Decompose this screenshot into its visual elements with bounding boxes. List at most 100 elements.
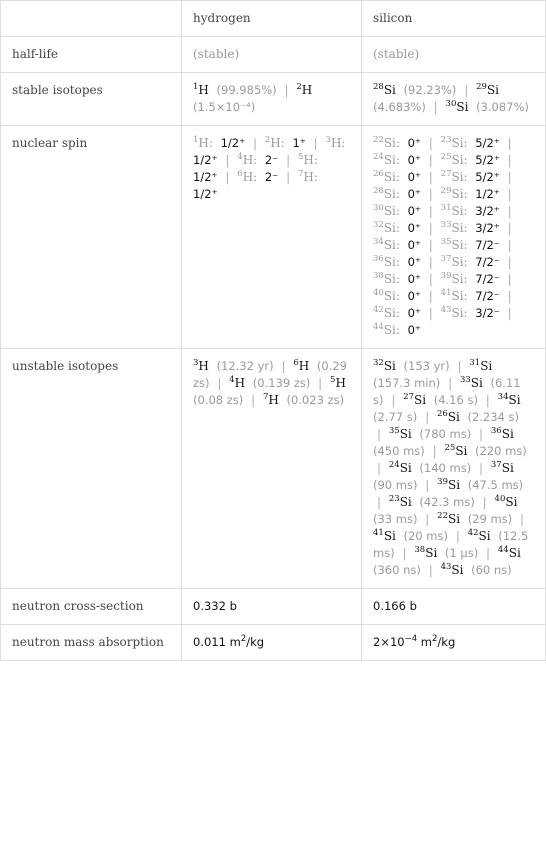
- separator: |: [428, 170, 433, 184]
- spin-value: 7/2⁻: [475, 289, 500, 303]
- unit-tail: /kg: [246, 635, 265, 649]
- row-label: neutron mass absorption: [0, 624, 182, 661]
- isotope-entry: 23Si: 5/2⁺: [441, 136, 500, 150]
- spin-value: 3/2⁺: [475, 204, 500, 218]
- isotope-value: (3.087%): [476, 100, 529, 114]
- element-symbol: Si: [455, 444, 468, 458]
- element-symbol: H: [234, 376, 246, 390]
- mass-number: 41: [373, 528, 384, 538]
- element-symbol: Si:: [383, 170, 400, 184]
- isotope-entry: 35Si (780 ms): [389, 427, 471, 441]
- mass-number: 36: [373, 254, 384, 264]
- mass-number: 26: [373, 169, 384, 179]
- isotope-value: (1.5×10⁻⁴): [193, 100, 256, 114]
- element-symbol: H:: [198, 136, 213, 150]
- separator: |: [507, 306, 512, 320]
- separator: |: [284, 83, 289, 97]
- isotope-entry: 42Si: 0⁺: [373, 306, 421, 320]
- mass-number: 32: [373, 220, 384, 230]
- separator: |: [428, 306, 433, 320]
- isotope-value: (2.234 s): [467, 410, 520, 424]
- element-symbol: Si:: [383, 272, 400, 286]
- separator: |: [520, 512, 525, 526]
- half-life-hydrogen: (stable): [181, 36, 362, 73]
- isotope-value: (450 ms): [373, 444, 425, 458]
- element-symbol: Si: [508, 393, 521, 407]
- element-symbol: Si:: [383, 153, 400, 167]
- separator: |: [507, 136, 512, 150]
- spin-value: 1/2⁺: [193, 187, 218, 201]
- element-symbol: Si:: [383, 255, 400, 269]
- isotope-value: (20 ms): [403, 529, 448, 543]
- isotope-value: (12.32 yr): [216, 359, 274, 373]
- separator: |: [425, 512, 430, 526]
- separator: |: [428, 563, 433, 577]
- separator: |: [425, 410, 430, 424]
- element-symbol: H: [335, 376, 346, 390]
- isotope-value: (47.5 ms): [467, 478, 524, 492]
- separator: |: [428, 238, 433, 252]
- mass-number: 44: [497, 545, 509, 555]
- isotope-entry: 1H: 1/2⁺: [193, 136, 245, 150]
- isotope-entry: 28Si: 0⁺: [373, 187, 421, 201]
- isotope-value: (0.08 zs): [193, 393, 244, 407]
- isotope-value: (60 ns): [471, 563, 512, 577]
- isotope-entry: 29Si: 1/2⁺: [441, 187, 500, 201]
- isotope-entry: 24Si: 0⁺: [373, 153, 421, 167]
- separator: |: [318, 376, 323, 390]
- spin-value: 0⁺: [407, 204, 421, 218]
- mass-number: 31: [440, 203, 452, 213]
- mass-number: 37: [490, 460, 502, 470]
- separator: |: [507, 221, 512, 235]
- isotope-entry: 43Si (60 ns): [441, 563, 512, 577]
- mass-number: 33: [459, 375, 471, 385]
- row-half-life: half-life (stable) (stable): [0, 36, 546, 73]
- separator: |: [432, 444, 437, 458]
- mass-number: 37: [440, 254, 452, 264]
- element-symbol: Si:: [451, 238, 468, 252]
- separator: |: [455, 529, 460, 543]
- separator: |: [225, 170, 230, 184]
- row-label: unstable isotopes: [0, 348, 182, 589]
- mass-number: 42: [373, 305, 384, 315]
- isotope-entry: 44Si: 0⁺: [373, 323, 421, 337]
- separator: |: [507, 204, 512, 218]
- spin-value: 0⁺: [407, 170, 421, 184]
- spin-value: 0⁺: [407, 187, 421, 201]
- isotope-value: (92.23%): [403, 83, 457, 97]
- element-symbol: Si:: [383, 323, 400, 337]
- element-symbol: Si: [486, 83, 499, 97]
- separator: |: [225, 153, 230, 167]
- isotope-entry: 23Si (42.3 ms): [389, 495, 475, 509]
- mass-number: 23: [388, 494, 400, 504]
- isotope-entry: 32Si: 0⁺: [373, 221, 421, 235]
- isotope-entry: 22Si: 0⁺: [373, 136, 421, 150]
- spin-value: 1/2⁺: [193, 170, 218, 184]
- nuclear-spin-hydrogen: 1H: 1/2⁺ | 2H: 1⁺ | 3H: 1/2⁺ | 4H: 2⁻ | …: [181, 125, 362, 349]
- separator: |: [428, 204, 433, 218]
- separator: |: [251, 393, 256, 407]
- spin-value: 3/2⁻: [475, 306, 500, 320]
- isotope-entry: 34Si: 0⁺: [373, 238, 421, 252]
- isotope-value: (90 ms): [373, 478, 418, 492]
- isotope-entry: 3H (12.32 yr): [193, 359, 274, 373]
- element-symbol: Si: [508, 546, 521, 560]
- header-row: hydrogen silicon: [0, 0, 546, 37]
- element-symbol: Si: [399, 461, 412, 475]
- element-symbol: Si: [383, 359, 396, 373]
- spin-value: 5/2⁺: [475, 153, 500, 167]
- element-symbol: Si:: [383, 289, 400, 303]
- mass-number: 24: [373, 152, 384, 162]
- separator: |: [457, 359, 462, 373]
- mass-number: 25: [440, 152, 452, 162]
- isotope-entry: 24Si (140 ms): [389, 461, 471, 475]
- row-label: nuclear spin: [0, 125, 182, 349]
- element-symbol: Si: [505, 495, 518, 509]
- isotope-entry: 33Si: 3/2⁺: [441, 221, 500, 235]
- separator: |: [428, 255, 433, 269]
- element-symbol: Si:: [383, 221, 400, 235]
- spin-value: 1/2⁺: [193, 153, 218, 167]
- separator: |: [428, 187, 433, 201]
- mass-number: 30: [445, 99, 457, 109]
- isotope-entry: 27Si (4.16 s): [403, 393, 478, 407]
